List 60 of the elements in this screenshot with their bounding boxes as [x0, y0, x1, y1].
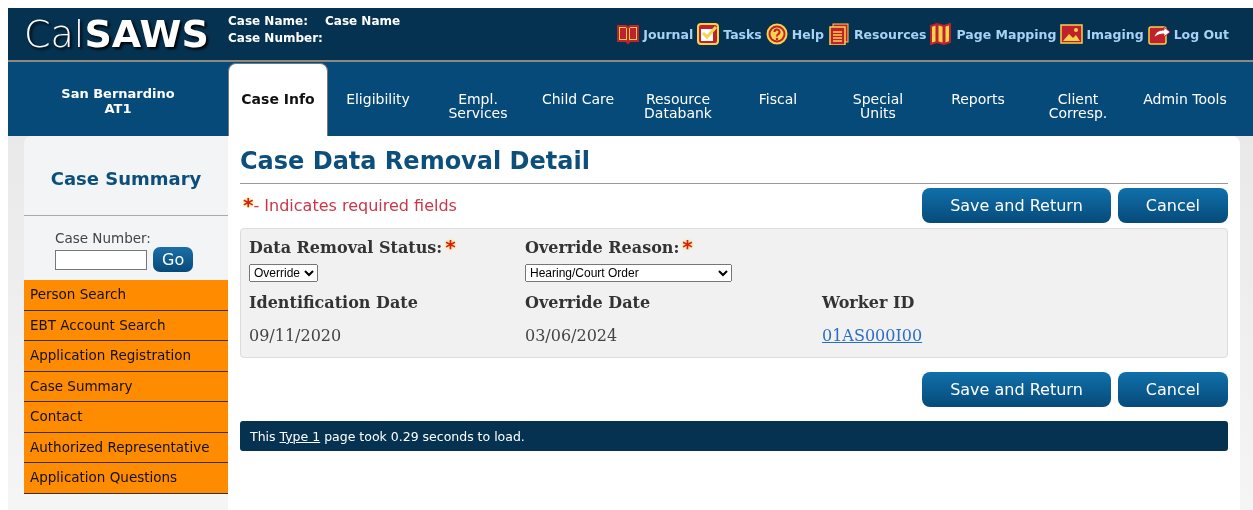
toolbar-link[interactable]: Resources [853, 26, 927, 42]
toolbar-link[interactable]: Help [791, 26, 824, 42]
worker-id-link[interactable]: 01AS000I00 [822, 326, 923, 345]
case-number-label: Case Number: [228, 31, 324, 45]
page-title: Case Data Removal Detail [240, 136, 1228, 184]
image-icon [1060, 23, 1084, 45]
required-note: - Indicates required fields [253, 195, 457, 215]
required-mark: * [445, 235, 456, 259]
dropdown-field[interactable]: Hearing/Court Order [525, 264, 732, 282]
help-icon [765, 23, 789, 45]
required-mark: * [243, 193, 254, 217]
load-time-text: This Type 1 page took 0.29 seconds to load. [250, 428, 525, 444]
field-label: Worker ID [822, 292, 915, 312]
case-name: Case Name [325, 14, 401, 28]
document-icon [827, 23, 851, 45]
sidebar-item[interactable]: EBT Account Search [24, 310, 228, 341]
toolbar-link[interactable]: Journal [643, 26, 694, 42]
nav-tab[interactable]: Eligibility [328, 63, 428, 138]
sidebar-item[interactable]: Contact [24, 402, 228, 433]
county-name: San Bernardino [60, 86, 176, 101]
type-link[interactable]: Type 1 [279, 428, 321, 444]
field-label: Override Reason: [525, 237, 680, 257]
field-label: Data Removal Status: [249, 237, 443, 257]
sidebar-item[interactable]: Case Summary [24, 371, 228, 402]
field-label: Identification Date [249, 292, 418, 312]
case-name-label: Case Name: [228, 14, 309, 28]
sidebar-item[interactable]: Application Questions [24, 463, 228, 494]
exit-icon [1147, 23, 1171, 45]
nav-tab[interactable]: Client Corresp. [1028, 63, 1128, 138]
sidebar-item[interactable]: Person Search [24, 280, 228, 311]
nav-tab[interactable]: Empl. Services [428, 63, 528, 138]
field-value: 03/06/2024 [525, 326, 618, 345]
save-and-return-button[interactable]: Save and Return [922, 371, 1111, 407]
case-number-label: Case Number: [55, 230, 152, 246]
nav-tab[interactable]: Special Units [828, 63, 928, 138]
book-icon [617, 23, 641, 45]
toolbar-link[interactable]: Log Out [1173, 26, 1229, 42]
dropdown-field[interactable]: Override [249, 264, 318, 282]
go-button[interactable]: Go [153, 247, 194, 272]
nav-tab[interactable]: Reports [928, 63, 1028, 138]
sidebar-item[interactable]: Application Registration [24, 341, 228, 372]
toolbar-link[interactable]: Imaging [1086, 26, 1144, 42]
office-code: AT1 [103, 101, 133, 116]
nav-tab[interactable]: Case Info [228, 63, 328, 138]
nav-tab[interactable]: Fiscal [728, 63, 828, 138]
save-and-return-button[interactable]: Save and Return [922, 187, 1111, 223]
field-value: 09/11/2020 [249, 326, 342, 345]
toolbar-link[interactable]: Page Mapping [956, 26, 1057, 42]
map-icon [930, 23, 954, 45]
checkbox-icon [697, 23, 721, 45]
case-number-field[interactable] [55, 249, 147, 270]
sidebar-item[interactable]: Authorized Representative [24, 432, 228, 463]
nav-tab[interactable]: Resource Databank [628, 63, 728, 138]
cancel-button[interactable]: Cancel [1117, 187, 1228, 223]
required-mark: * [682, 235, 693, 259]
cancel-button[interactable]: Cancel [1117, 371, 1228, 407]
toolbar-link[interactable]: Tasks [723, 26, 762, 42]
nav-tab[interactable]: Child Care [528, 63, 628, 138]
nav-tab[interactable]: Admin Tools [1128, 63, 1242, 138]
field-label: Override Date [525, 292, 651, 312]
